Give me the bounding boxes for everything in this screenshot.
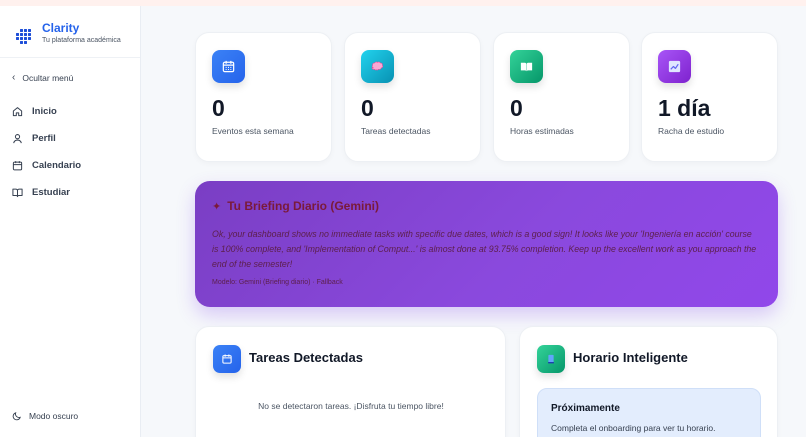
book-icon [510, 50, 543, 83]
brand[interactable]: Clarity Tu plataforma académica [12, 21, 121, 48]
book-icon [12, 188, 23, 198]
brain-icon [361, 50, 394, 83]
brand-name: Clarity [42, 21, 80, 35]
stat-label: Tareas detectadas [361, 126, 431, 136]
briefing-text: Ok, your dashboard shows no immediate ta… [212, 229, 757, 269]
coming-soon-title: Próximamente [551, 403, 620, 414]
sidebar-item-label: Inicio [32, 106, 57, 117]
hide-menu-button[interactable]: ‹ Ocultar menú [12, 72, 73, 83]
home-icon [12, 107, 23, 117]
stat-label: Racha de estudio [658, 126, 725, 136]
book-icon [537, 345, 565, 373]
dark-mode-toggle[interactable]: Modo oscuro [12, 411, 78, 421]
stat-card-tasks: 0 Tareas detectadas [344, 32, 481, 162]
stat-card-streak: 1 día Racha de estudio [641, 32, 778, 162]
stat-label: Eventos esta semana [212, 126, 294, 136]
briefing-footnote: Modelo: Gemini (Briefing diario) · Fallb… [212, 279, 343, 286]
stat-value: 0 [510, 95, 523, 121]
daily-briefing: ✦ Tu Briefing Diario (Gemini) Ok, your d… [195, 181, 778, 307]
sidebar-item-perfil[interactable]: Perfil [12, 125, 81, 152]
briefing-title: Tu Briefing Diario (Gemini) [227, 199, 379, 213]
stat-label: Horas estimadas [510, 126, 574, 136]
calendar-icon [213, 345, 241, 373]
dark-mode-label: Modo oscuro [29, 411, 79, 421]
hide-menu-label: Ocultar menú [22, 72, 74, 83]
brand-subtitle: Tu plataforma académica [42, 37, 121, 44]
calendar-icon [12, 161, 23, 171]
logo-icon [16, 29, 31, 44]
sidebar-item-calendario[interactable]: Calendario [12, 152, 81, 179]
calendar-icon [212, 50, 245, 83]
chevron-left-icon: ‹ [12, 72, 16, 83]
moon-icon [12, 412, 21, 421]
tasks-card-title: Tareas Detectadas [249, 350, 363, 365]
sidebar-item-label: Calendario [32, 160, 82, 171]
tasks-empty-message: No se detectaron tareas. ¡Disfruta tu ti… [258, 401, 444, 411]
sidebar-item-inicio[interactable]: Inicio [12, 98, 81, 125]
sidebar: Clarity Tu plataforma académica ‹ Oculta… [0, 6, 141, 437]
stat-value: 1 día [658, 95, 711, 121]
stat-card-hours: 0 Horas estimadas [493, 32, 630, 162]
schedule-card: Horario Inteligente Próximamente Complet… [519, 326, 778, 437]
sidebar-item-label: Estudiar [32, 187, 71, 198]
stat-card-events: 0 Eventos esta semana [195, 32, 332, 162]
sidebar-divider [0, 57, 140, 58]
schedule-card-title: Horario Inteligente [573, 350, 688, 365]
briefing-heading: ✦ Tu Briefing Diario (Gemini) [212, 199, 379, 213]
sidebar-nav: Inicio Perfil Calendario Estudiar [12, 98, 81, 206]
stat-value: 0 [361, 95, 374, 121]
coming-soon-panel: Próximamente Completa el onboarding para… [537, 388, 761, 437]
stat-value: 0 [212, 95, 225, 121]
sidebar-item-label: Perfil [32, 133, 56, 144]
sidebar-item-estudiar[interactable]: Estudiar [12, 179, 81, 206]
coming-soon-text: Completa el onboarding para ver tu horar… [551, 423, 716, 433]
sparkle-icon: ✦ [212, 200, 222, 213]
chart-icon [658, 50, 691, 83]
tasks-card: Tareas Detectadas No se detectaron tarea… [195, 326, 506, 437]
user-icon [13, 134, 22, 144]
